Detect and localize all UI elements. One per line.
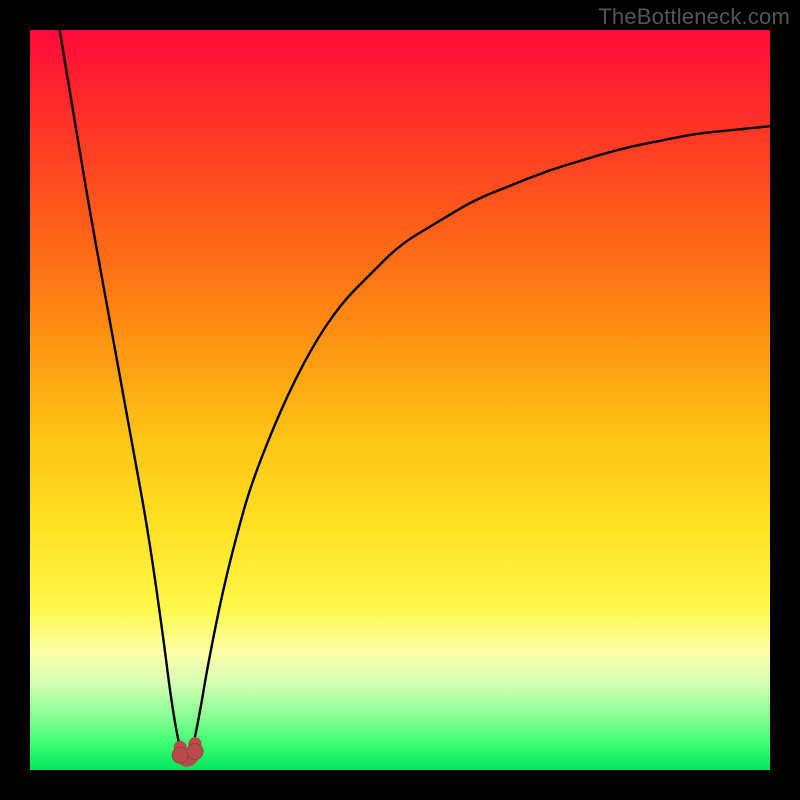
min-markers [172, 744, 203, 764]
curve-layer [30, 30, 770, 770]
bottleneck-curve-path [60, 30, 770, 764]
min-marker-left [172, 747, 188, 763]
watermark-text: TheBottleneck.com [598, 4, 790, 30]
min-marker-right [187, 744, 203, 760]
outer-frame: TheBottleneck.com [0, 0, 800, 800]
plot-area [30, 30, 770, 770]
